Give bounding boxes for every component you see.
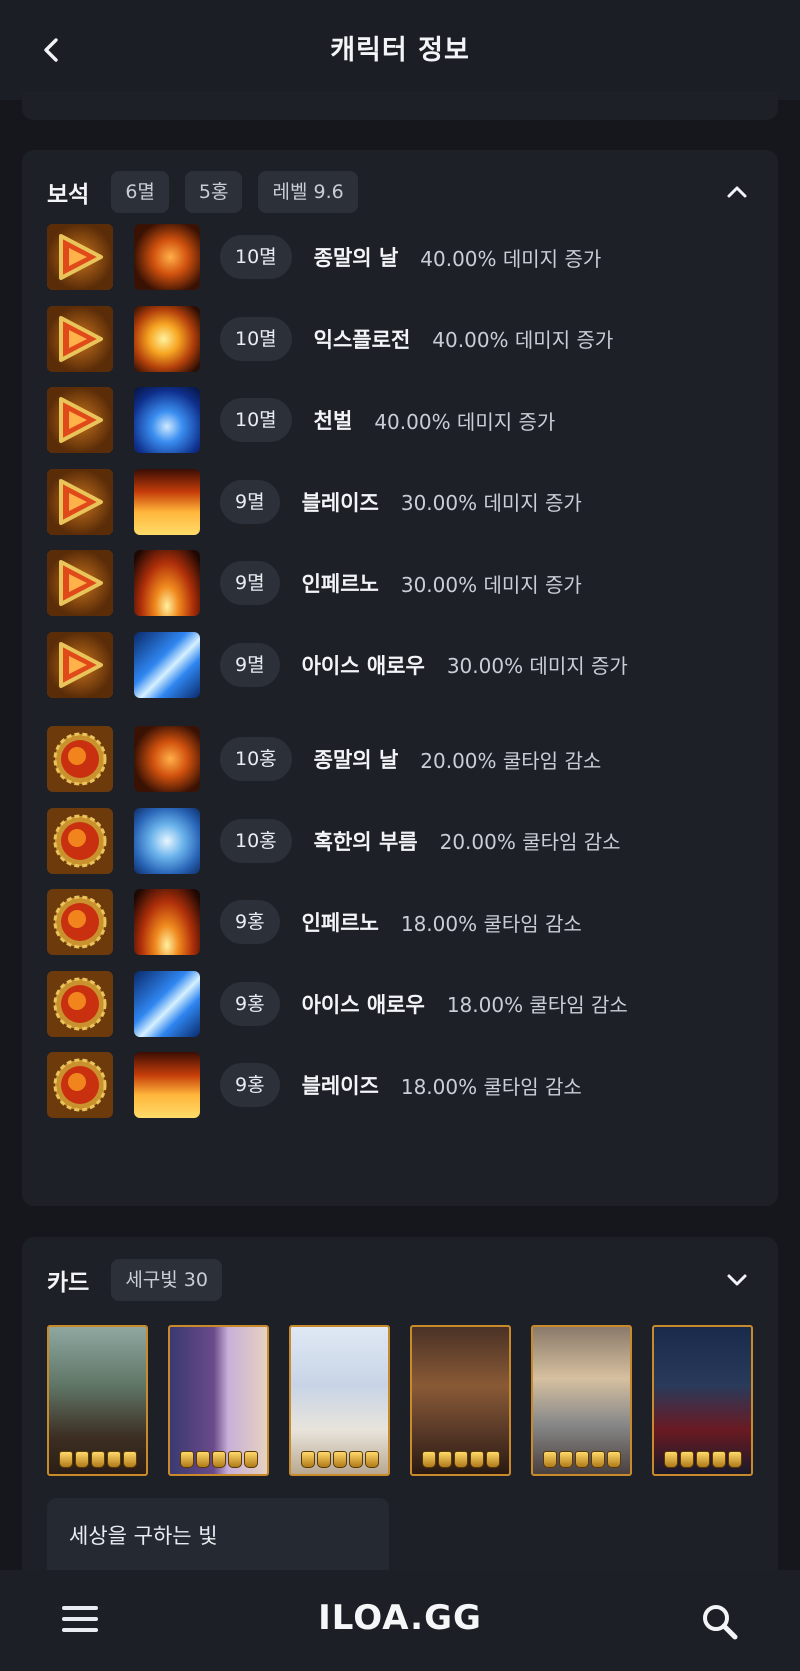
awakening-gems xyxy=(291,1451,388,1468)
gem-level-badge: 10멸 xyxy=(220,235,292,279)
gem-level-badge: 9멸 xyxy=(220,479,280,524)
gem-level-badge: 9멸 xyxy=(220,561,280,605)
card-item[interactable] xyxy=(168,1325,269,1476)
awakening-gems xyxy=(654,1451,751,1468)
gem-row[interactable]: 10멸 익스플로전 40.00% 데미지 증가 xyxy=(47,305,767,372)
ice-arrow-icon xyxy=(134,970,200,1037)
expand-cards-button[interactable] xyxy=(724,1267,750,1293)
site-logo[interactable]: ILOA.GG xyxy=(0,1598,800,1638)
blaze-icon xyxy=(134,468,200,535)
crimson-gem-icon xyxy=(47,970,113,1037)
card-item[interactable] xyxy=(531,1325,632,1476)
gem-skill-name: 종말의 날 xyxy=(313,748,399,772)
gem-row[interactable]: 10홍 혹한의 부름 20.00% 쿨타임 감소 xyxy=(47,807,767,874)
gem-level-badge: 9홍 xyxy=(220,981,280,1026)
destruction-gem-icon xyxy=(47,387,113,453)
gem-row[interactable]: 9홍 블레이즈 18.00% 쿨타임 감소 xyxy=(47,1052,767,1118)
gem-effect: 40.00% 데미지 증가 xyxy=(420,246,602,271)
gem-row[interactable]: 9멸 아이스 애로우 30.00% 데미지 증가 xyxy=(47,631,767,698)
frost-icon xyxy=(134,807,200,874)
collapse-gems-button[interactable] xyxy=(724,179,750,205)
gem-effect: 40.00% 데미지 증가 xyxy=(374,409,556,434)
gem-level-badge: 9멸 xyxy=(220,642,280,687)
awakening-gems xyxy=(412,1451,509,1468)
search-icon[interactable] xyxy=(700,1602,740,1642)
gem-row[interactable]: 9홍 아이스 애로우 18.00% 쿨타임 감소 xyxy=(47,970,767,1037)
gems-title: 보석 xyxy=(47,182,90,208)
gem-effect: 20.00% 쿨타임 감소 xyxy=(420,748,602,773)
gem-level-badge: 10멸 xyxy=(220,316,292,361)
cards-title: 카드 xyxy=(47,1270,90,1296)
gem-skill-name: 혹한의 부름 xyxy=(313,829,418,854)
gem-skill-name: 아이스 애로우 xyxy=(301,653,425,678)
previous-section-edge xyxy=(22,92,778,120)
gem-average-level-chip: 레벨 9.6 xyxy=(258,171,358,213)
blaze-icon xyxy=(134,1052,200,1118)
gems-panel: 보석 6멸 5홍 레벨 9.6 10멸 종말의 날 40.00% 데미지 증가 10멸… xyxy=(22,150,778,1206)
crimson-gem-icon xyxy=(47,1052,113,1118)
page-title: 캐릭터 정보 xyxy=(330,35,470,66)
gems-header: 보석 6멸 5홍 레벨 9.6 xyxy=(47,171,358,213)
gem-effect: 18.00% 쿨타임 감소 xyxy=(400,911,582,936)
meteor-icon xyxy=(134,224,200,290)
gem-level-badge: 9홍 xyxy=(220,900,280,944)
gem-effect: 30.00% 데미지 증가 xyxy=(446,654,628,678)
destruction-gem-icon xyxy=(47,468,113,535)
gem-skill-name: 블레이즈 xyxy=(301,490,379,515)
gem-row[interactable]: 10홍 종말의 날 20.00% 쿨타임 감소 xyxy=(47,726,767,792)
bottom-nav-bar: ILOA.GG xyxy=(0,1570,800,1671)
gem-level-badge: 10홍 xyxy=(220,737,292,781)
ice-arrow-icon xyxy=(134,631,200,698)
awakening-gems xyxy=(170,1451,267,1468)
cards-header: 카드 세구빛 30 xyxy=(47,1259,222,1301)
crimson-gem-icon xyxy=(47,889,113,955)
card-set-name: 세상을 구하는 빛 xyxy=(69,1524,218,1548)
chevron-up-icon xyxy=(727,186,747,198)
chevron-down-icon xyxy=(727,1274,747,1286)
crimson-gem-icon xyxy=(47,726,113,792)
meteor-icon xyxy=(134,726,200,792)
inferno-icon xyxy=(134,550,200,616)
crimson-count-chip: 5홍 xyxy=(184,171,243,213)
gem-skill-name: 인페르노 xyxy=(301,911,379,935)
card-list xyxy=(47,1325,753,1476)
gem-row[interactable]: 9멸 인페르노 30.00% 데미지 증가 xyxy=(47,550,767,616)
awakening-gems xyxy=(533,1451,630,1468)
gem-level-badge: 10홍 xyxy=(220,818,292,863)
destruction-gem-icon xyxy=(47,550,113,616)
card-set-chip: 세구빛 30 xyxy=(111,1259,222,1301)
lightning-icon xyxy=(134,387,200,453)
gem-skill-name: 익스플로전 xyxy=(313,327,411,352)
card-item[interactable] xyxy=(47,1325,148,1476)
gem-row[interactable]: 9멸 블레이즈 30.00% 데미지 증가 xyxy=(47,468,767,535)
gem-row[interactable]: 9홍 인페르노 18.00% 쿨타임 감소 xyxy=(47,889,767,955)
gem-effect: 40.00% 데미지 증가 xyxy=(432,328,614,352)
card-item[interactable] xyxy=(289,1325,390,1476)
gem-row[interactable]: 10멸 천벌 40.00% 데미지 증가 xyxy=(47,387,767,453)
gem-effect: 18.00% 쿨타임 감소 xyxy=(446,993,628,1017)
awakening-gems xyxy=(49,1451,146,1468)
gem-skill-name: 블레이즈 xyxy=(301,1074,379,1098)
card-item[interactable] xyxy=(652,1325,753,1476)
crimson-gem-icon xyxy=(47,807,113,874)
gem-skill-name: 천벌 xyxy=(313,409,353,433)
gem-effect: 30.00% 데미지 증가 xyxy=(400,491,582,515)
explosion-icon xyxy=(134,305,200,372)
card-item[interactable] xyxy=(410,1325,511,1476)
gem-level-badge: 9홍 xyxy=(220,1063,280,1107)
gem-skill-name: 종말의 날 xyxy=(313,246,399,270)
gem-level-badge: 10멸 xyxy=(220,398,292,442)
gem-effect: 30.00% 데미지 증가 xyxy=(400,572,582,597)
gem-effect: 18.00% 쿨타임 감소 xyxy=(400,1074,582,1099)
destruction-gem-icon xyxy=(47,631,113,698)
gem-skill-name: 아이스 애로우 xyxy=(301,992,425,1017)
gem-effect: 20.00% 쿨타임 감소 xyxy=(439,830,621,854)
destruction-gem-icon xyxy=(47,305,113,372)
destruction-count-chip: 6멸 xyxy=(111,171,169,213)
gem-skill-name: 인페르노 xyxy=(301,572,379,596)
inferno-icon xyxy=(134,889,200,955)
top-app-bar: 캐릭터 정보 xyxy=(0,0,800,100)
gem-row[interactable]: 10멸 종말의 날 40.00% 데미지 증가 xyxy=(47,224,767,290)
destruction-gem-icon xyxy=(47,224,113,290)
